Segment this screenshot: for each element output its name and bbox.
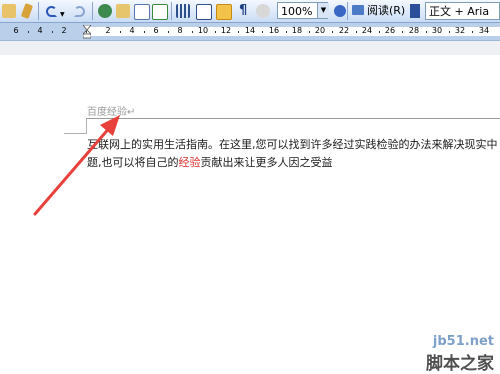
annotation-arrow-icon bbox=[33, 115, 120, 216]
watermark: jb51.net 脚本之家 bbox=[426, 334, 494, 374]
watermark-url: jb51.net bbox=[432, 334, 494, 349]
watermark-name: 脚本之家 bbox=[426, 354, 494, 374]
